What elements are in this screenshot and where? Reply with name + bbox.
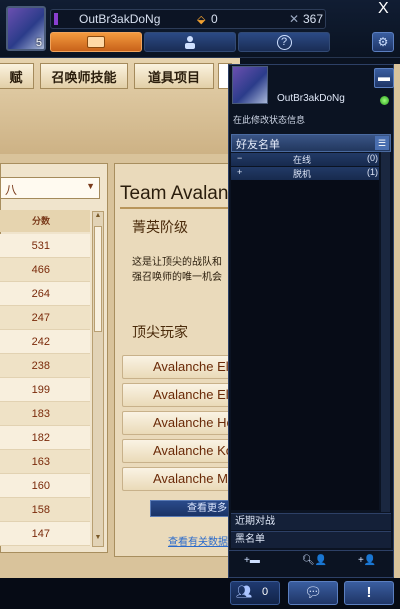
score-cell: 531: [0, 234, 90, 258]
person-icon: [185, 36, 195, 49]
summoner-avatar[interactable]: 5: [6, 6, 46, 51]
score-cell: 182: [0, 426, 90, 450]
minus-icon: ▬: [378, 70, 390, 84]
chevron-down-icon: ▼: [86, 181, 95, 191]
player-button[interactable]: Avalanche Mo: [122, 467, 238, 491]
chat-bubbles-icon: 💬︎: [304, 584, 322, 600]
help-icon: ?: [276, 34, 292, 50]
recent-games-section[interactable]: 近期对战: [231, 513, 391, 530]
score-cell: 242: [0, 330, 90, 354]
scroll-down-icon[interactable]: ▼: [93, 534, 103, 546]
group-name: 在线: [293, 155, 312, 165]
summoner-info-bar: OutBr3akDoNg ⬙ 0 ✕ 367: [50, 9, 326, 29]
people-icon: 👥︎: [236, 584, 253, 599]
friend-panel-name: OutBr3akDoNg: [277, 93, 345, 104]
help-button[interactable]: ?: [238, 32, 330, 52]
rp-coin-icon: ⬙: [197, 14, 206, 26]
summoner-name: OutBr3akDoNg: [79, 12, 161, 26]
group-offline[interactable]: + 脱机 (1): [231, 167, 379, 180]
store-button[interactable]: [50, 32, 142, 52]
ip-balance: 367: [303, 12, 324, 26]
score-column-header: 分数: [0, 210, 90, 232]
alert-icon: !: [366, 584, 372, 601]
settings-button[interactable]: ⚙: [372, 32, 394, 52]
client-window: 5 OutBr3akDoNg ⬙ 0 ✕ 367 ? ⚙ X 赋 召唤师技能 道…: [0, 0, 400, 609]
friends-list-header: 好友名单 ☰: [231, 134, 391, 152]
status-message[interactable]: 在此修改状态信息: [233, 113, 305, 126]
group-online[interactable]: − 在线 (0): [231, 153, 379, 166]
tab-summoner-skills[interactable]: 召唤师技能: [40, 63, 128, 89]
player-button[interactable]: Avalanche Eli: [122, 355, 238, 379]
tab-talents[interactable]: 赋: [0, 63, 34, 89]
ip-icon: ✕: [289, 12, 300, 26]
score-cell: 160: [0, 474, 90, 498]
collapse-button[interactable]: ▬: [374, 68, 394, 88]
group-count: (1): [367, 167, 378, 177]
store-chest-icon: [87, 36, 105, 48]
add-group-icon[interactable]: +▬: [244, 555, 260, 566]
player-button[interactable]: Avalanche Ell: [122, 383, 238, 407]
collapse-icon: −: [237, 153, 243, 163]
score-cell: 158: [0, 498, 90, 522]
search-friend-icon[interactable]: 🔍︎👤: [302, 555, 327, 566]
description-line: 这是让顶尖的战队和: [132, 257, 222, 268]
score-cell: 238: [0, 354, 90, 378]
view-more-button[interactable]: 查看更多: [150, 500, 238, 517]
gear-icon: ⚙: [377, 35, 389, 49]
list-menu-icon[interactable]: ☰: [375, 136, 389, 150]
summoner-level: 5: [35, 37, 42, 49]
chat-button[interactable]: 💬︎: [288, 581, 338, 605]
rp-balance: 0: [211, 12, 218, 26]
close-icon[interactable]: X: [378, 0, 389, 18]
profile-button[interactable]: [144, 32, 236, 52]
blacklist-section[interactable]: 黑名单: [231, 531, 391, 548]
add-friend-icon[interactable]: +👤: [358, 555, 376, 566]
dropdown-value: 八: [5, 183, 18, 197]
friends-scrollbar[interactable]: [381, 152, 390, 512]
score-cell: 247: [0, 306, 90, 330]
player-button[interactable]: Avalanche Ko: [122, 439, 238, 463]
score-cell: 264: [0, 282, 90, 306]
group-count: (0): [367, 153, 378, 163]
score-list: 531 466 264 247 242 238 199 183 182 163 …: [0, 234, 90, 546]
top-players-heading: 顶尖玩家: [132, 324, 188, 340]
score-cell: 163: [0, 450, 90, 474]
divider: [120, 207, 238, 209]
group-name: 脱机: [293, 169, 312, 179]
scroll-up-icon[interactable]: ▲: [93, 212, 103, 224]
score-cell: 466: [0, 258, 90, 282]
player-button[interactable]: Avalanche He: [122, 411, 238, 435]
score-cell: 199: [0, 378, 90, 402]
name-flag-icon: [54, 13, 58, 25]
expand-icon: +: [237, 167, 243, 177]
friends-list-title: 好友名单: [236, 139, 280, 151]
friend-panel-avatar[interactable]: [232, 66, 268, 104]
score-cell: 147: [0, 522, 90, 546]
bottom-strip: [0, 578, 400, 609]
friends-list-area: [231, 180, 379, 510]
scroll-thumb[interactable]: [94, 226, 102, 332]
score-cell: 183: [0, 402, 90, 426]
online-friends-count: 0: [262, 586, 269, 598]
leaderboard-scrollbar[interactable]: ▲ ▼: [92, 211, 104, 547]
tab-items[interactable]: 道具项目: [134, 63, 214, 89]
leaderboard-dropdown[interactable]: 八 ▼: [0, 177, 100, 199]
description-line: 强召唤师的唯一机会: [132, 272, 222, 283]
notifications-button[interactable]: !: [344, 581, 394, 605]
online-status-icon[interactable]: [380, 96, 389, 105]
elite-heading: 菁英阶级: [132, 219, 188, 235]
